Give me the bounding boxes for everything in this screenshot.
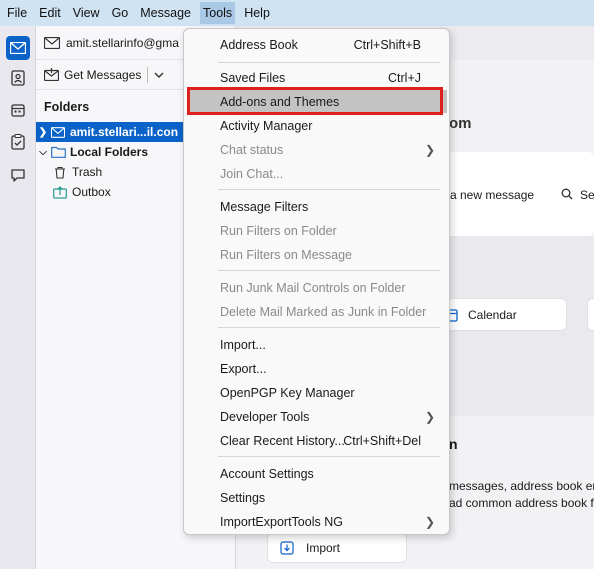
menu-item-import[interactable]: Import... (188, 333, 447, 356)
menu-item-label: Run Junk Mail Controls on Folder (220, 280, 406, 295)
menu-item-label: Clear Recent History... (220, 433, 345, 448)
menu-bar: File Edit View Go Message Tools Help (0, 0, 594, 26)
chevron-down-icon[interactable] (154, 71, 164, 79)
menu-item-label: Activity Manager (220, 118, 313, 133)
import-button-label: Import (306, 541, 341, 555)
menu-item-label: Import... (220, 337, 266, 352)
menu-item-run-filters-message: Run Filters on Message (188, 243, 447, 266)
menu-item-label: Account Settings (220, 466, 314, 481)
chevron-down-icon[interactable]: ⌵ (36, 147, 50, 158)
menu-item-label: Chat status (220, 142, 284, 157)
mail-account-icon (44, 36, 60, 49)
account-email: amit.stellarinfo@gma (66, 35, 179, 50)
mail-account-icon (50, 125, 66, 139)
menu-separator (218, 327, 440, 328)
menu-item-join-chat: Join Chat... (188, 162, 447, 185)
menu-item-run-junk-controls: Run Junk Mail Controls on Folder (188, 276, 447, 299)
menu-separator (218, 456, 440, 457)
menu-view[interactable]: View (70, 2, 103, 24)
menu-separator (218, 189, 440, 190)
menu-item-account-settings[interactable]: Account Settings (188, 462, 447, 485)
mail-space-button[interactable] (6, 36, 30, 60)
menu-go[interactable]: Go (109, 2, 132, 24)
menu-item-label: Export... (220, 361, 267, 376)
menu-item-label: Run Filters on Folder (220, 223, 337, 238)
folder-icon (50, 145, 66, 159)
tasks-space-button[interactable] (6, 130, 30, 154)
menu-item-label: Run Filters on Message (220, 247, 353, 262)
local-folders-label: Local Folders (70, 145, 149, 159)
chevron-right-icon: ❯ (424, 142, 435, 157)
account-title-suffix: om (449, 115, 472, 132)
menu-separator (218, 62, 440, 63)
menu-item-label: Delete Mail Marked as Junk in Folder (220, 304, 427, 319)
search-icon (561, 188, 573, 200)
trash-label: Trash (72, 165, 103, 179)
address-book-space-button[interactable] (6, 66, 30, 90)
get-messages-button[interactable]: Get Messages (64, 68, 141, 82)
menu-message[interactable]: Message (137, 2, 194, 24)
menu-item-developer-tools[interactable]: Developer Tools ❯ (188, 405, 447, 428)
menu-edit[interactable]: Edit (36, 2, 64, 24)
account-folder-label: amit.stellari...il.con (70, 125, 179, 139)
menu-item-label: Join Chat... (220, 166, 284, 181)
menu-file[interactable]: File (4, 2, 30, 24)
menu-item-importexporttools-ng[interactable]: ImportExportTools NG ❯ (188, 510, 447, 533)
calendar-label: Calendar (468, 307, 517, 322)
get-messages-icon (44, 68, 59, 81)
outbox-label: Outbox (72, 185, 111, 199)
menu-separator (218, 270, 440, 271)
menu-item-delete-junk: Delete Mail Marked as Junk in Folder (188, 300, 447, 323)
chat-space-button[interactable] (6, 164, 30, 188)
search-link[interactable]: Se (580, 188, 594, 202)
import-description-line1: messages, address book entr (449, 479, 594, 493)
spaces-toolbar (0, 26, 36, 569)
menu-item-shortcut: Ctrl+Shift+B (353, 37, 421, 52)
menu-item-settings[interactable]: Settings (188, 486, 447, 509)
write-message-link[interactable]: a new message (450, 188, 534, 202)
menu-item-label: Saved Files (220, 70, 286, 85)
chat-icon (11, 169, 25, 182)
menu-tools[interactable]: Tools (200, 2, 236, 24)
import-button[interactable]: Import (267, 533, 407, 563)
menu-item-message-filters[interactable]: Message Filters (188, 195, 447, 218)
menu-item-activity-manager[interactable]: Activity Manager (188, 114, 447, 137)
menu-item-saved-files[interactable]: Saved Files Ctrl+J (188, 66, 447, 89)
outbox-icon (52, 185, 68, 199)
menu-item-openpgp-key-manager[interactable]: OpenPGP Key Manager (188, 381, 447, 404)
menu-item-address-book[interactable]: Address Book Ctrl+Shift+B (188, 33, 447, 56)
tasks-icon (11, 134, 25, 150)
menu-item-export[interactable]: Export... (188, 357, 447, 380)
menu-item-chat-status: Chat status ❯ (188, 138, 447, 161)
menu-item-label: ImportExportTools NG (220, 514, 343, 529)
folders-heading: Folders (44, 100, 90, 114)
import-icon (280, 541, 294, 555)
next-setup-card[interactable] (587, 298, 594, 331)
chevron-right-icon: ❯ (424, 514, 435, 529)
import-description-line2: ad common address book fo (449, 496, 594, 510)
menu-item-clear-recent-history[interactable]: Clear Recent History... Ctrl+Shift+Del (188, 429, 447, 452)
highlight-annotation-box (187, 87, 443, 115)
calendar-icon (11, 104, 25, 117)
menu-item-run-filters-folder: Run Filters on Folder (188, 219, 447, 242)
menu-item-label: OpenPGP Key Manager (220, 385, 355, 400)
menu-item-shortcut: Ctrl+Shift+Del (343, 433, 421, 448)
calendar-button[interactable]: Calendar (433, 298, 567, 331)
address-book-icon (11, 70, 25, 86)
menu-item-label: Developer Tools (220, 409, 310, 424)
trash-icon (52, 165, 68, 179)
import-section-title: n (449, 436, 458, 452)
mail-icon (10, 42, 26, 54)
toolbar-separator (147, 66, 149, 83)
import-description: messages, address book entr ad common ad… (449, 478, 594, 512)
chevron-right-icon[interactable]: ❯ (36, 127, 50, 138)
menu-item-shortcut: Ctrl+J (388, 70, 421, 85)
menu-item-label: Settings (220, 490, 266, 505)
menu-help[interactable]: Help (241, 2, 273, 24)
menu-item-label: Address Book (220, 37, 298, 52)
menu-item-label: Message Filters (220, 199, 309, 214)
chevron-right-icon: ❯ (424, 409, 435, 424)
calendar-space-button[interactable] (6, 98, 30, 122)
